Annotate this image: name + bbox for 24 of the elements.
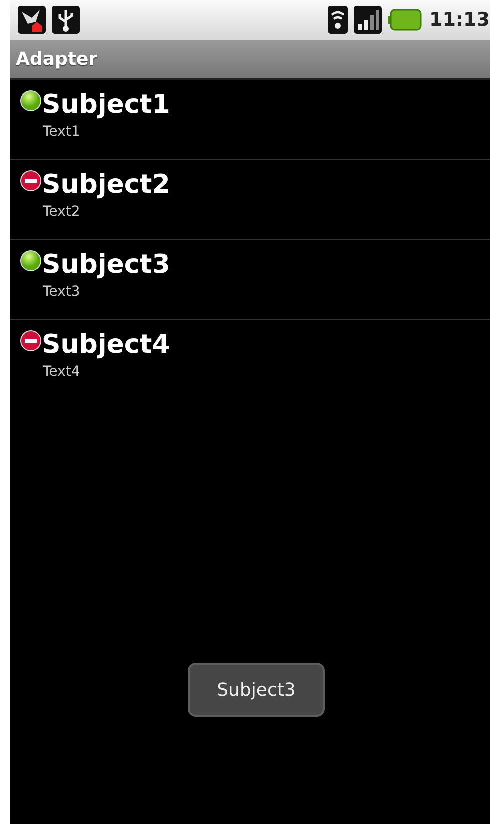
item-text: Text1 <box>43 123 82 142</box>
battery-icon <box>388 9 422 31</box>
item-subject: Subject3 <box>42 249 170 282</box>
app-title: Adapter <box>16 48 98 70</box>
list-item[interactable]: Subject4 Text4 <box>10 320 490 400</box>
list-item[interactable]: Subject1 Text1 <box>10 80 490 160</box>
available-status-icon <box>20 90 42 112</box>
item-text: Text3 <box>43 283 82 302</box>
item-text: Text4 <box>43 363 82 382</box>
toast: Subject3 <box>188 663 325 717</box>
item-subject: Subject1 <box>42 89 170 122</box>
bird-notification-icon <box>18 6 46 34</box>
signal-icon <box>354 6 382 34</box>
item-subject: Subject4 <box>42 329 170 362</box>
status-time: 11:13 <box>430 9 490 31</box>
blocked-status-icon <box>20 330 42 352</box>
blocked-status-icon <box>20 170 42 192</box>
usb-icon <box>52 6 80 34</box>
list-item[interactable]: Subject3 Text3 <box>10 240 490 320</box>
available-status-icon <box>20 250 42 272</box>
list-item[interactable]: Subject2 Text2 <box>10 160 490 240</box>
item-text: Text2 <box>43 203 82 222</box>
item-subject: Subject2 <box>42 169 170 202</box>
wifi-icon <box>328 6 348 34</box>
